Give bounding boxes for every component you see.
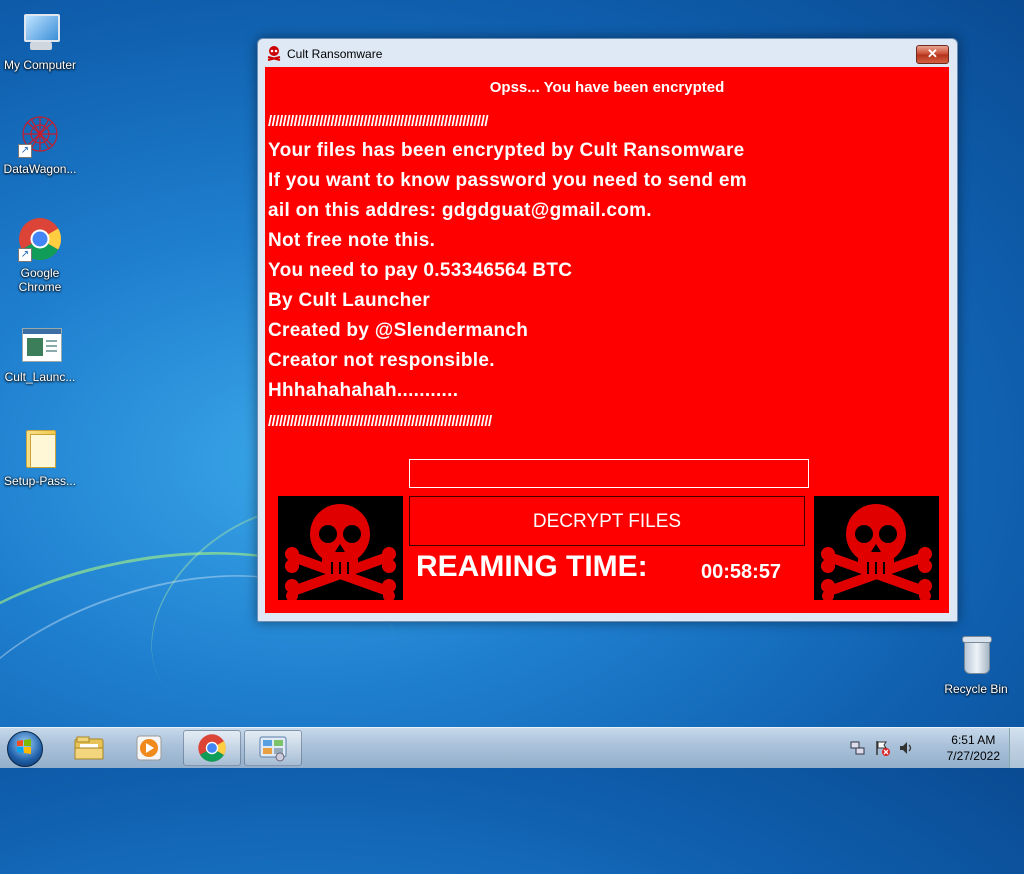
application-icon: [16, 320, 64, 368]
system-tray: 6:51 AM 7/27/2022: [844, 728, 1024, 768]
datawagon-icon: ↗: [16, 112, 64, 160]
ransom-text-line: Not free note this.: [268, 230, 436, 251]
clock-date: 7/27/2022: [946, 749, 1000, 763]
ransom-text-line: ail on this addres: gdgdguat@gmail.com.: [268, 200, 652, 221]
chrome-icon: ↗: [16, 216, 64, 264]
clock-time: 6:51 AM: [951, 733, 996, 747]
desktop-icon-label: Cult_Launc...: [4, 370, 76, 384]
timer-label: REAMING TIME:: [416, 550, 648, 583]
ransom-text-line: Creator not responsible.: [268, 350, 495, 371]
recycle-bin-icon: [952, 632, 1000, 680]
ransomware-window: Cult Ransomware ✕ Opss... You have been …: [257, 38, 958, 622]
desktop-icon-google-chrome[interactable]: ↗ Google Chrome: [0, 216, 80, 294]
skull-crossbones-icon: [821, 504, 932, 600]
folder-zip-icon: [16, 424, 64, 472]
network-icon[interactable]: [850, 740, 866, 756]
start-button[interactable]: [4, 728, 44, 768]
countdown-timer: 00:58:57: [701, 561, 782, 583]
taskbar-clock[interactable]: 6:51 AM 7/27/2022: [947, 732, 1000, 764]
computer-icon: [16, 8, 64, 56]
windows-logo-icon: [17, 739, 31, 754]
close-button[interactable]: ✕: [916, 45, 949, 64]
skull-image-right: [814, 496, 939, 600]
ransom-text-line: By Cult Launcher: [268, 290, 431, 311]
chrome-icon: [198, 734, 226, 762]
taskbar-file-explorer[interactable]: [60, 730, 118, 766]
taskbar-control-panel[interactable]: [244, 730, 302, 766]
show-desktop-button[interactable]: [1009, 728, 1024, 768]
ransom-text-line: You need to pay 0.53346564 BTC: [268, 260, 573, 281]
skull-crossbones-icon: [285, 504, 396, 600]
taskbar-media-player[interactable]: [120, 730, 178, 766]
file-explorer-icon: [74, 736, 104, 760]
password-input[interactable]: [409, 459, 809, 488]
media-player-icon: [136, 735, 162, 761]
desktop-icon-label: Recycle Bin: [944, 682, 1008, 696]
desktop-icon-label: DataWagon...: [3, 162, 77, 176]
ransom-text-line: Your files has been encrypted by Cult Ra…: [268, 140, 745, 161]
skull-icon: [267, 46, 281, 61]
ransom-heading: Opss... You have been encrypted: [489, 79, 725, 96]
ransom-text-line: Hhhahahahah...........: [268, 380, 459, 401]
control-panel-icon: [259, 736, 287, 762]
window-titlebar[interactable]: Cult Ransomware ✕: [258, 39, 957, 67]
desktop-icon-my-computer[interactable]: My Computer: [0, 8, 80, 72]
ransom-text-line: If you want to know password you need to…: [268, 170, 747, 191]
desktop-icon-datawagon[interactable]: ↗ DataWagon...: [0, 112, 80, 176]
ransom-divider: ////////////////////////////////////////…: [268, 113, 489, 130]
taskbar: 6:51 AM 7/27/2022: [0, 727, 1024, 768]
skull-image-left: [278, 496, 403, 600]
desktop-icon-cult-launcher[interactable]: Cult_Launc...: [0, 320, 80, 384]
desktop-icon-label: Setup-Pass...: [3, 474, 77, 488]
action-center-flag-icon[interactable]: [874, 740, 890, 756]
desktop-icon-label: My Computer: [3, 58, 77, 72]
volume-icon[interactable]: [898, 740, 914, 756]
ransom-text-line: Created by @Slendermanch: [268, 320, 529, 341]
window-title: Cult Ransomware: [287, 47, 383, 61]
ransom-note-panel: Opss... You have been encrypted ////////…: [265, 67, 949, 613]
desktop-icon-setup-pass[interactable]: Setup-Pass...: [0, 424, 80, 488]
desktop-icon-recycle-bin[interactable]: Recycle Bin: [936, 632, 1016, 696]
desktop-icon-label: Google Chrome: [18, 266, 62, 294]
taskbar-chrome[interactable]: [183, 730, 241, 766]
ransom-divider: ////////////////////////////////////////…: [268, 413, 492, 430]
decrypt-files-button[interactable]: DECRYPT FILES: [409, 496, 805, 546]
